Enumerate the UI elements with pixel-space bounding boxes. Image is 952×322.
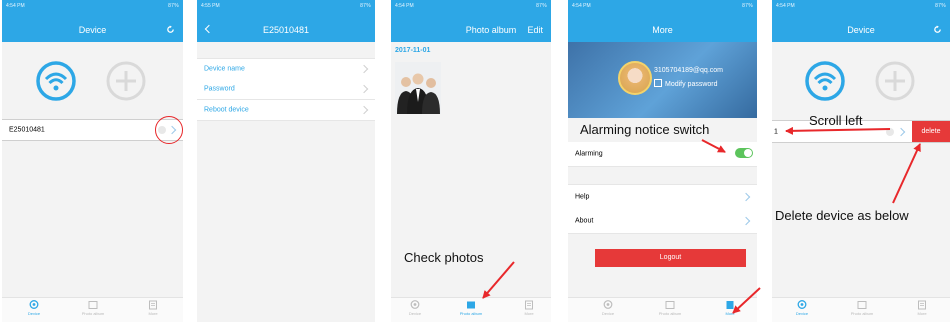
arrow-delete	[892, 143, 921, 204]
arrow-more-tab	[732, 287, 761, 314]
arrow-alarming-switch	[701, 139, 726, 153]
arrow-check-photos	[482, 261, 515, 299]
annotation-arrows	[482, 126, 921, 314]
arrow-scroll-left	[785, 126, 891, 135]
